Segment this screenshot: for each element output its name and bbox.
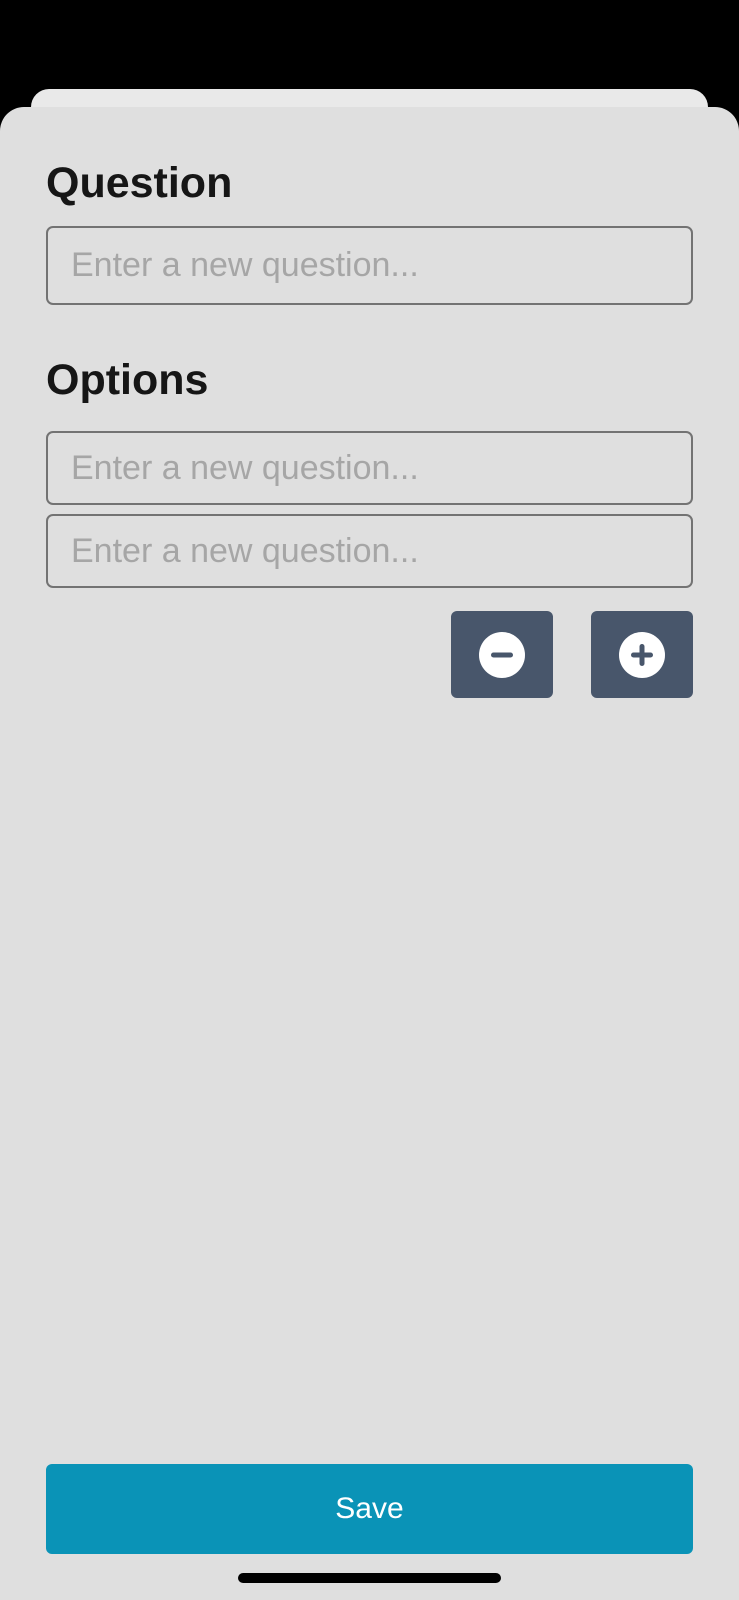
question-heading: Question bbox=[46, 159, 233, 207]
plus-circle-icon bbox=[619, 631, 665, 678]
save-button[interactable]: Save bbox=[46, 1464, 693, 1554]
option-input-1[interactable] bbox=[46, 431, 693, 505]
screen: Question Options Save bbox=[0, 0, 739, 1600]
question-input[interactable] bbox=[46, 226, 693, 305]
options-heading: Options bbox=[46, 356, 209, 404]
home-indicator bbox=[238, 1573, 501, 1583]
option-input-2[interactable] bbox=[46, 514, 693, 588]
add-option-button[interactable] bbox=[591, 611, 693, 698]
minus-circle-icon bbox=[479, 631, 525, 678]
remove-option-button[interactable] bbox=[451, 611, 553, 698]
new-poll-sheet: Question Options Save bbox=[0, 107, 739, 1600]
